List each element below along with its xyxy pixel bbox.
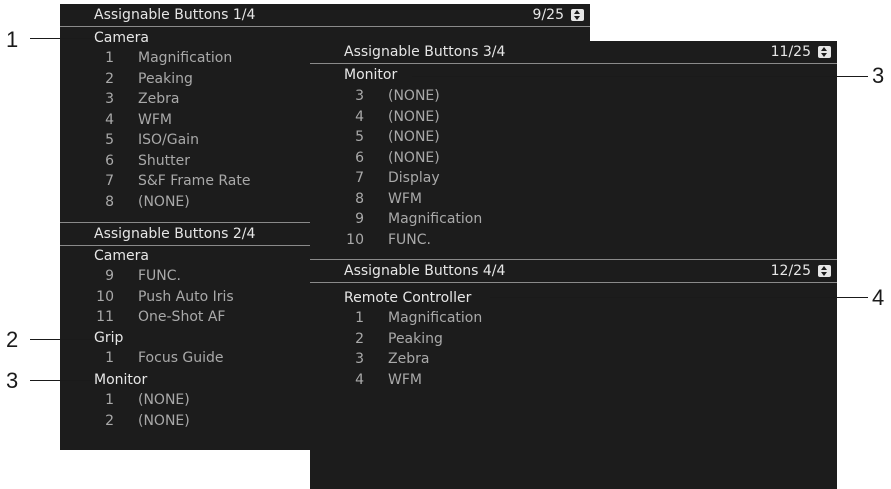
item-number: 2 [105, 70, 114, 87]
item-number: 7 [105, 173, 114, 189]
item-label: One-Shot AF [138, 309, 226, 325]
item-number: 1 [355, 310, 364, 326]
panel-title: Assignable Buttons 2/4 [94, 226, 256, 242]
item-label: (NONE) [138, 193, 190, 210]
item-number: 2 [105, 412, 114, 429]
item-label: WFM [138, 111, 172, 128]
item-number: 2 [355, 330, 364, 347]
item-label: Magnification [388, 211, 483, 227]
callout-1: 1 [6, 27, 19, 52]
callout-2: 2 [6, 327, 19, 352]
item-label: Zebra [388, 351, 430, 367]
callout-leader [412, 76, 868, 77]
item-label: Peaking [138, 70, 193, 87]
item-number: 10 [346, 231, 364, 248]
item-label: (NONE) [388, 149, 440, 166]
item-label: WFM [388, 371, 422, 388]
category-camera: Camera [94, 30, 149, 46]
panel-title: Assignable Buttons 4/4 [344, 263, 506, 279]
item-label: Peaking [388, 330, 443, 347]
item-number: 4 [355, 371, 364, 388]
item-label: FUNC. [388, 231, 431, 248]
page-indicator: 9/25 [532, 7, 564, 23]
item-number: 9 [355, 211, 364, 227]
panel-title: Assignable Buttons 1/4 [94, 7, 256, 23]
item-number: 8 [105, 193, 114, 210]
item-number: 6 [355, 149, 364, 166]
callout-4: 4 [872, 285, 885, 310]
panel-header: Assignable Buttons 4/4 12/25 [310, 260, 837, 283]
item-number: 8 [355, 190, 364, 207]
item-number: 1 [105, 50, 114, 66]
item-number: 3 [355, 88, 364, 104]
callout-leader [30, 339, 92, 340]
menu-panel-2: Assignable Buttons 2/4 Camera 9 FUNC. 10 Pu… [60, 222, 310, 450]
item-number: 3 [105, 91, 114, 107]
item-label: (NONE) [388, 108, 440, 125]
item-label: WFM [388, 190, 422, 207]
item-number: 9 [105, 268, 114, 284]
menu-panel-3: Assignable Buttons 3/4 11/25 Monitor 3 (N… [310, 41, 837, 259]
item-number: 1 [105, 350, 114, 366]
item-number: 10 [96, 288, 114, 305]
up-down-arrows-icon [818, 265, 831, 277]
item-label: (NONE) [388, 129, 440, 145]
panel-header: Assignable Buttons 1/4 9/25 [60, 4, 590, 27]
category-camera: Camera [94, 248, 149, 264]
item-label: Display [388, 170, 440, 186]
item-number: 4 [355, 108, 364, 125]
item-label: FUNC. [138, 268, 181, 284]
item-number: 4 [105, 111, 114, 128]
item-label: Focus Guide [138, 350, 224, 366]
item-label: Shutter [138, 152, 190, 169]
panel-title: Assignable Buttons 3/4 [344, 44, 506, 60]
item-number: 11 [96, 309, 114, 325]
item-label: ISO/Gain [138, 132, 199, 148]
item-label: (NONE) [138, 412, 190, 429]
item-number: 3 [355, 351, 364, 367]
item-number: 5 [355, 129, 364, 145]
callout-leader [490, 297, 868, 298]
item-label: Magnification [138, 50, 233, 66]
item-label: (NONE) [388, 88, 440, 104]
callout-3-left: 3 [6, 368, 19, 393]
item-number: 5 [105, 132, 114, 148]
page-indicator: 11/25 [770, 44, 811, 60]
item-label: (NONE) [138, 392, 190, 408]
panel-header: Assignable Buttons 3/4 11/25 [310, 41, 837, 64]
menu-panel-4: Assignable Buttons 4/4 12/25 Remote Cont… [310, 259, 837, 489]
page-indicator: 12/25 [770, 263, 811, 279]
category-monitor: Monitor [94, 372, 148, 388]
item-label: S&F Frame Rate [138, 173, 251, 189]
item-label: Zebra [138, 91, 180, 107]
item-label: Push Auto Iris [138, 288, 234, 305]
category-remote-controller: Remote Controller [344, 290, 472, 306]
item-number: 1 [105, 392, 114, 408]
item-number: 6 [105, 152, 114, 169]
up-down-arrows-icon [571, 9, 584, 21]
callout-3-right: 3 [872, 63, 885, 88]
category-grip: Grip [94, 330, 124, 346]
panel-header: Assignable Buttons 2/4 [60, 222, 310, 246]
callout-leader [30, 380, 92, 381]
callout-leader [30, 38, 92, 39]
item-label: Magnification [388, 310, 483, 326]
item-number: 7 [355, 170, 364, 186]
up-down-arrows-icon [818, 46, 831, 58]
category-monitor: Monitor [344, 67, 398, 83]
